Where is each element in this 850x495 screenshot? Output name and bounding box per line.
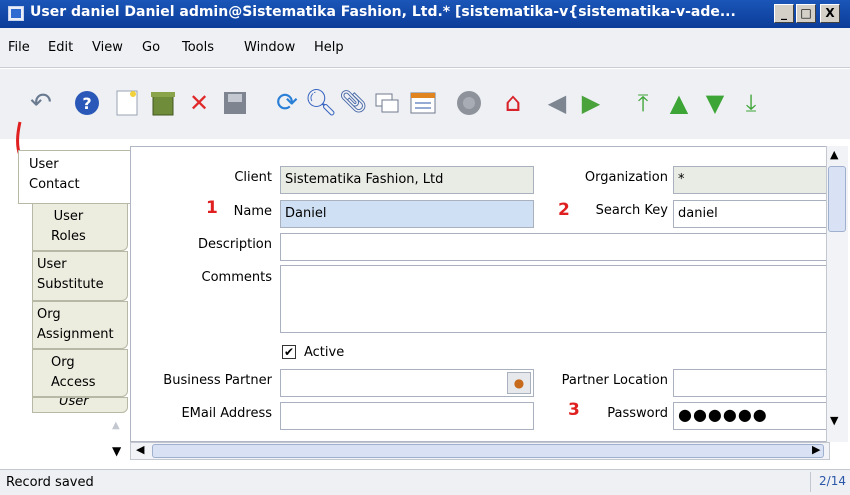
- menu-go[interactable]: Go: [142, 40, 160, 55]
- annotation-number-3: 3: [568, 400, 580, 420]
- active-label: Active: [304, 345, 345, 360]
- horizontal-scroll-thumb[interactable]: [152, 444, 824, 458]
- tab-org-access[interactable]: Org Access: [32, 349, 128, 397]
- email-field[interactable]: [280, 402, 534, 430]
- last-record-icon[interactable]: ⤓: [734, 86, 768, 120]
- partner-location-field[interactable]: [673, 369, 829, 397]
- description-field[interactable]: [280, 233, 829, 261]
- archive-icon[interactable]: [452, 86, 486, 120]
- toolbar: ↶ ? ✕ ⟳ 🔍︎ 📎︎ ⌂ ◀ ▶ ⤒ ▲ ▼ ⤓: [0, 69, 850, 195]
- record-counter[interactable]: 2/14: [810, 472, 848, 492]
- name-label: Name: [233, 204, 272, 219]
- business-partner-label: Business Partner: [163, 373, 272, 388]
- description-label: Description: [197, 237, 272, 252]
- first-record-icon[interactable]: ⤒: [626, 86, 660, 120]
- refresh-icon[interactable]: ⟳: [270, 86, 304, 120]
- find-icon[interactable]: 🔍︎: [304, 86, 338, 120]
- client-field[interactable]: Sistematika Fashion, Ltd: [280, 166, 534, 194]
- save-icon[interactable]: [218, 86, 252, 120]
- next-record-icon[interactable]: ▼: [698, 86, 732, 120]
- tab-scroll-up-icon[interactable]: ▲: [112, 420, 120, 431]
- name-field[interactable]: Daniel: [280, 200, 534, 228]
- delete-selection-icon[interactable]: ✕: [182, 86, 216, 120]
- chat-icon[interactable]: [370, 86, 404, 120]
- scroll-left-icon[interactable]: ◀: [136, 443, 144, 456]
- previous-record-icon[interactable]: ▲: [662, 86, 696, 120]
- client-label: Client: [234, 170, 272, 185]
- password-label: Password: [607, 406, 668, 421]
- business-partner-lookup-icon[interactable]: ●: [507, 372, 531, 394]
- status-text: Record saved: [6, 475, 94, 490]
- home-icon[interactable]: ⌂: [496, 86, 530, 120]
- window-title: User daniel Daniel admin@Sistematika Fas…: [30, 4, 736, 20]
- partner-location-label: Partner Location: [561, 373, 668, 388]
- delete-icon[interactable]: [146, 86, 180, 120]
- comments-label: Comments: [201, 270, 272, 285]
- email-label: EMail Address: [181, 406, 272, 421]
- active-checkbox[interactable]: ✔: [282, 345, 296, 359]
- title-bar[interactable]: User daniel Daniel admin@Sistematika Fas…: [0, 0, 850, 28]
- new-record-icon[interactable]: [110, 86, 144, 120]
- annotation-number-1: 1: [206, 198, 218, 218]
- tab-user-roles[interactable]: User Roles: [32, 203, 128, 251]
- scroll-down-icon[interactable]: ▼: [830, 414, 838, 427]
- svg-text:?: ?: [82, 94, 91, 113]
- scroll-up-icon[interactable]: ▲: [830, 148, 838, 161]
- tab-user-contact[interactable]: User Contact: [18, 150, 136, 204]
- scroll-right-icon[interactable]: ▶: [812, 443, 820, 456]
- tab-user-substitute[interactable]: User Substitute: [32, 251, 128, 301]
- undo-icon[interactable]: ↶: [24, 86, 58, 120]
- password-field[interactable]: ●●●●●●: [673, 402, 829, 430]
- tab-user-more[interactable]: User: [32, 397, 128, 413]
- business-partner-field[interactable]: [280, 369, 534, 397]
- help-icon[interactable]: ?: [70, 86, 104, 120]
- menu-view[interactable]: View: [92, 40, 123, 55]
- menu-bar: File Edit View Go Tools Window Help: [0, 28, 850, 68]
- status-bar: Record saved 2/14: [0, 469, 850, 495]
- search-key-field[interactable]: daniel: [673, 200, 829, 228]
- menu-file[interactable]: File: [8, 40, 30, 55]
- app-icon: [8, 6, 24, 21]
- vertical-scroll-thumb[interactable]: [828, 166, 846, 232]
- forward-icon[interactable]: ▶: [574, 86, 608, 120]
- menu-edit[interactable]: Edit: [48, 40, 73, 55]
- menu-window[interactable]: Window: [244, 40, 295, 55]
- comments-field[interactable]: [280, 265, 829, 333]
- tab-org-assignment[interactable]: Org Assignment: [32, 301, 128, 349]
- annotation-number-2: 2: [558, 200, 570, 220]
- report-icon[interactable]: [406, 86, 440, 120]
- organization-label: Organization: [584, 170, 668, 185]
- close-button[interactable]: X: [820, 4, 840, 23]
- organization-field[interactable]: *: [673, 166, 829, 194]
- attachment-icon[interactable]: 📎︎: [336, 86, 370, 120]
- menu-tools[interactable]: Tools: [182, 40, 214, 55]
- menu-help[interactable]: Help: [314, 40, 344, 55]
- search-key-label: Search Key: [595, 203, 668, 218]
- maximize-button[interactable]: □: [796, 4, 816, 23]
- tab-scroll-down-icon[interactable]: ▼: [112, 444, 121, 458]
- back-icon[interactable]: ◀: [540, 86, 574, 120]
- minimize-button[interactable]: _: [774, 4, 794, 23]
